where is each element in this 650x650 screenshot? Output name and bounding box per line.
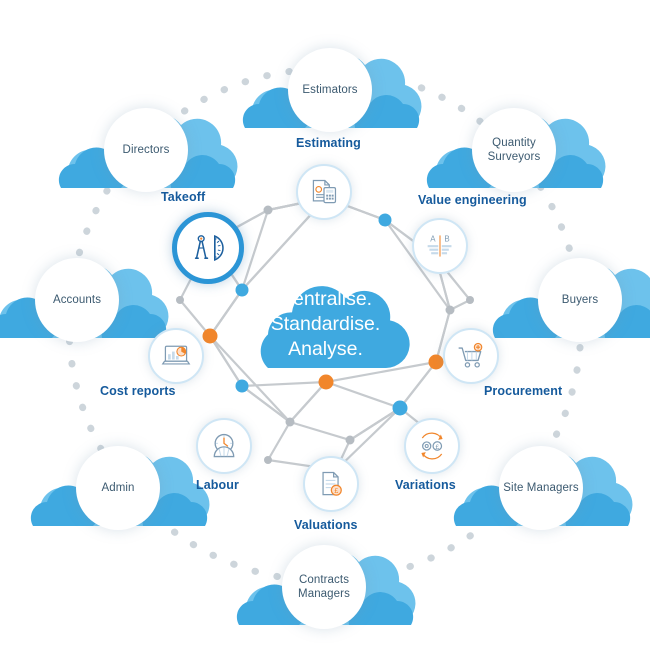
invoice-calculator-icon: [312, 179, 337, 204]
clock-hardhat-icon: [213, 433, 235, 458]
center-line-1: Centralise.: [278, 287, 373, 310]
svg-text:£: £: [334, 488, 338, 495]
role-bubble: Contracts Managers: [282, 545, 366, 629]
feature-label-variations: Variations: [395, 478, 456, 492]
feature-label-estimating: Estimating: [296, 136, 361, 150]
feature-icon-value-engineering[interactable]: A B: [412, 218, 468, 274]
center-cloud: Centralise. Standardise. Analyse.: [238, 266, 413, 374]
role-cloud-admin[interactable]: Admin: [23, 428, 213, 548]
center-line-3: Analyse.: [288, 337, 363, 360]
feature-label-procurement: Procurement: [484, 384, 563, 398]
svg-text:A: A: [430, 235, 436, 244]
feature-icon-labour[interactable]: [196, 418, 252, 474]
feature-label-value-engineering: Value engineering: [418, 193, 527, 207]
document-pound-coin-icon: £: [322, 471, 342, 496]
role-cloud-directors[interactable]: Directors: [51, 90, 241, 210]
role-label: Admin: [101, 482, 135, 494]
role-label: Quantity Surveyors: [487, 137, 541, 163]
diagram-canvas: Centralise. Standardise. Analyse. Estima…: [0, 0, 650, 650]
role-bubble: Accounts: [35, 258, 119, 342]
role-bubble: Buyers: [538, 258, 622, 342]
gear-pound-exchange-icon: £: [421, 432, 443, 460]
role-cloud-estimators[interactable]: Estimators: [235, 30, 425, 150]
feature-label-valuations: Valuations: [294, 518, 358, 532]
role-cloud-accounts[interactable]: Accounts: [0, 240, 172, 360]
compass-protractor-icon: [194, 234, 224, 262]
role-bubble: Admin: [76, 446, 160, 530]
feature-icon-estimating[interactable]: [296, 164, 352, 220]
role-bubble: Site Managers: [499, 446, 583, 530]
feature-icon-procurement[interactable]: [443, 328, 499, 384]
role-cloud-site-managers[interactable]: Site Managers: [446, 428, 636, 548]
shopping-cart-icon: [458, 342, 483, 368]
svg-text:B: B: [444, 235, 449, 244]
feature-label-labour: Labour: [196, 478, 239, 492]
role-cloud-contracts-managers[interactable]: Contracts Managers: [229, 527, 419, 647]
center-cloud-text: Centralise. Standardise. Analyse.: [238, 266, 413, 374]
laptop-chart-icon: [161, 345, 191, 365]
svg-text:£: £: [435, 444, 439, 451]
role-label: Buyers: [561, 294, 599, 306]
role-label: Directors: [122, 144, 170, 156]
role-label: Estimators: [302, 84, 358, 96]
role-bubble: Directors: [104, 108, 188, 192]
role-bubble: Quantity Surveyors: [472, 108, 556, 192]
ab-compare-icon: A B: [427, 235, 452, 257]
role-bubble: Estimators: [288, 48, 372, 132]
center-line-2: Standardise.: [270, 312, 381, 335]
feature-label-cost-reports: Cost reports: [100, 384, 176, 398]
feature-icon-takeoff[interactable]: [172, 212, 244, 284]
role-label: Site Managers: [503, 482, 579, 494]
feature-icon-valuations[interactable]: £: [303, 456, 359, 512]
role-cloud-quantity-surveyors[interactable]: Quantity Surveyors: [419, 90, 609, 210]
feature-icon-cost-reports[interactable]: [148, 328, 204, 384]
feature-label-takeoff: Takeoff: [161, 190, 206, 204]
role-label: Accounts: [52, 294, 102, 306]
role-cloud-buyers[interactable]: Buyers: [485, 240, 650, 360]
role-label: Contracts Managers: [298, 574, 350, 600]
feature-icon-variations[interactable]: £: [404, 418, 460, 474]
